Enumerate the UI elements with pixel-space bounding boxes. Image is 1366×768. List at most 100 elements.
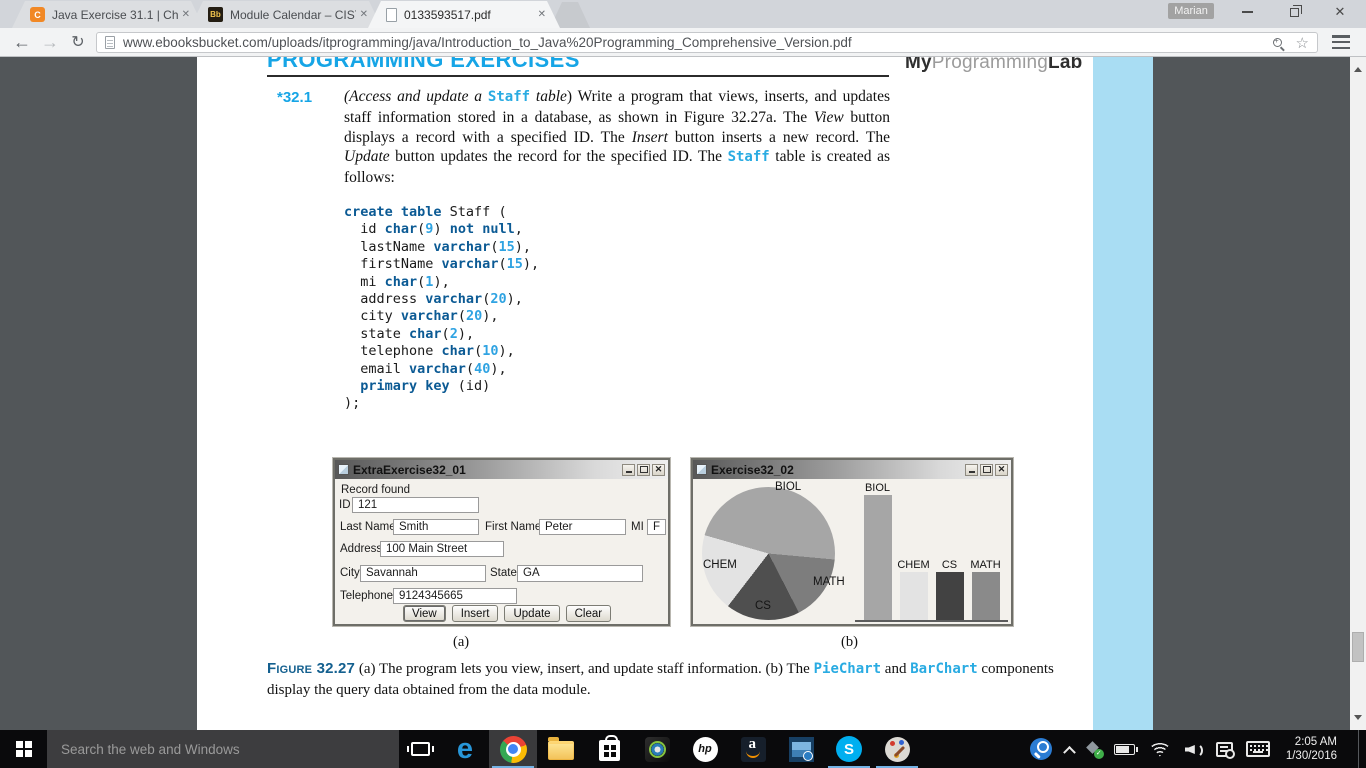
file-explorer-icon xyxy=(548,741,574,760)
forward-button[interactable]: → xyxy=(36,28,64,56)
task-view-icon xyxy=(411,742,430,756)
browser-tab-3[interactable]: 0133593517.pdf ✕ xyxy=(368,1,560,28)
code-line: create table Staff ( xyxy=(344,204,539,221)
taskbar-app-amazon[interactable] xyxy=(729,730,777,768)
city-field[interactable]: Savannah xyxy=(360,565,486,582)
zoom-icon[interactable] xyxy=(1273,38,1282,47)
clock-time: 2:05 AM xyxy=(1286,735,1337,749)
taskbar-app-hp[interactable] xyxy=(681,730,729,768)
clear-button[interactable]: Clear xyxy=(566,605,611,622)
code-line: primary key (id) xyxy=(344,378,539,395)
taskbar-app-youcam[interactable] xyxy=(633,730,681,768)
browser-profile-chip[interactable]: Marian xyxy=(1168,3,1214,19)
text-segment: Staff xyxy=(728,149,770,165)
page-document-icon xyxy=(105,36,115,49)
wifi-icon[interactable] xyxy=(1148,742,1172,757)
view-button[interactable]: View xyxy=(403,605,446,622)
browser-menu-icon[interactable] xyxy=(1332,35,1350,49)
bar xyxy=(936,572,964,620)
exercise-paragraph: (Access and update a Staff table) Write … xyxy=(344,87,890,188)
state-label: State xyxy=(490,567,517,579)
figure-a-window: ExtraExercise32_01 ✕ Record found ID 121… xyxy=(333,458,670,626)
chevron-up-icon[interactable] xyxy=(1063,745,1076,758)
pie-label-biol: BIOL xyxy=(775,481,801,493)
mi-field[interactable]: F xyxy=(647,519,666,535)
show-desktop-button[interactable] xyxy=(1358,730,1364,768)
tab-title: Java Exercise 31.1 | Chegg. xyxy=(52,8,178,22)
last-name-field[interactable]: Smith xyxy=(393,519,479,535)
figure-a-close-icon: ✕ xyxy=(652,464,665,476)
scroll-up-arrow-icon[interactable] xyxy=(1354,63,1362,72)
taskbar-app-chrome[interactable] xyxy=(489,730,537,768)
browser-tab-2[interactable]: BbModule Calendar – CIST23✕ xyxy=(190,1,382,28)
text-segment: Staff xyxy=(488,89,530,105)
figure-b-close-icon: ✕ xyxy=(995,464,1008,476)
text-segment: View xyxy=(814,109,844,126)
back-arrow-icon: ← xyxy=(13,32,31,53)
text-segment: Update xyxy=(344,148,390,165)
tab-title: 0133593517.pdf xyxy=(404,8,534,22)
sub-caption-a: (a) xyxy=(453,634,469,651)
task-view-button[interactable] xyxy=(399,730,441,768)
window-restore-button[interactable] xyxy=(1277,0,1311,24)
close-icon: ✕ xyxy=(1335,4,1346,20)
text-segment: button updates the record for the specif… xyxy=(390,148,728,165)
java-app-icon xyxy=(696,464,707,475)
text-segment: (a) The program lets you view, insert, a… xyxy=(355,661,813,677)
telephone-label: Telephone xyxy=(340,590,393,602)
pdf-scrollbar[interactable] xyxy=(1350,57,1366,730)
taskbar-clock[interactable]: 2:05 AM 1/30/2016 xyxy=(1286,735,1337,763)
tab-close-icon[interactable]: ✕ xyxy=(360,9,368,20)
volume-icon[interactable] xyxy=(1185,742,1203,756)
taskbar-app-skype[interactable] xyxy=(825,730,873,768)
taskbar-search-input[interactable]: Search the web and Windows xyxy=(47,730,399,768)
pie-label-cs: CS xyxy=(755,600,771,612)
code-line: address varchar(20), xyxy=(344,291,539,308)
tab-close-icon[interactable]: ✕ xyxy=(538,9,546,20)
bookmark-star-icon[interactable]: ☆ xyxy=(1296,34,1309,52)
bar-column-biol: BIOL xyxy=(863,482,892,620)
start-button[interactable] xyxy=(0,730,47,768)
id-field[interactable]: 121 xyxy=(352,497,479,513)
first-name-field[interactable]: Peter xyxy=(539,519,626,535)
windows-logo-icon xyxy=(16,741,32,757)
code-line: lastName varchar(15), xyxy=(344,239,539,256)
taskbar-app-edge[interactable]: e xyxy=(441,730,489,768)
taskbar-app-paint[interactable] xyxy=(873,730,921,768)
city-label: City xyxy=(340,567,360,579)
tab-close-icon[interactable]: ✕ xyxy=(182,9,190,20)
window-minimize-button[interactable] xyxy=(1230,0,1264,24)
code-line: email varchar(40), xyxy=(344,361,539,378)
back-button[interactable]: ← xyxy=(8,28,36,56)
desktop-screen: CJava Exercise 31.1 | Chegg.✕BbModule Ca… xyxy=(0,0,1366,768)
system-tray: 2:05 AM 1/30/2016 xyxy=(1030,730,1366,768)
reload-button[interactable]: ↻ xyxy=(64,28,92,56)
dropbox-sync-icon[interactable] xyxy=(1087,742,1101,756)
blackboard-favicon-icon: Bb xyxy=(208,7,223,22)
photos-icon xyxy=(789,737,814,762)
scrollbar-thumb[interactable] xyxy=(1352,632,1364,662)
battery-icon[interactable] xyxy=(1114,744,1135,755)
taskbar-app-file-explorer[interactable] xyxy=(537,730,585,768)
figure-a-titlebar: ExtraExercise32_01 ✕ xyxy=(335,460,668,479)
window-close-button[interactable]: ✕ xyxy=(1323,0,1357,24)
state-field[interactable]: GA xyxy=(517,565,643,582)
text-segment: button inserts a new record. The xyxy=(668,129,890,146)
address-field[interactable]: 100 Main Street xyxy=(380,541,504,557)
taskbar-app-photos[interactable] xyxy=(777,730,825,768)
touch-keyboard-icon[interactable] xyxy=(1246,741,1270,757)
code-line: telephone char(10), xyxy=(344,343,539,360)
update-button[interactable]: Update xyxy=(504,605,559,622)
picpick-icon[interactable] xyxy=(1030,738,1052,760)
taskbar-app-store[interactable] xyxy=(585,730,633,768)
browser-tab-1[interactable]: CJava Exercise 31.1 | Chegg.✕ xyxy=(12,1,204,28)
tray-icons xyxy=(1030,738,1270,760)
action-center-icon[interactable] xyxy=(1216,742,1233,757)
figure-a-title: ExtraExercise32_01 xyxy=(353,463,622,477)
exercise-number: *32.1 xyxy=(277,89,312,106)
address-bar[interactable]: www.ebooksbucket.com/uploads/itprogrammi… xyxy=(96,32,1318,53)
first-name-label: First Name xyxy=(485,521,541,533)
telephone-field[interactable]: 9124345665 xyxy=(393,588,517,604)
insert-button[interactable]: Insert xyxy=(452,605,499,622)
scroll-down-arrow-icon[interactable] xyxy=(1354,715,1362,724)
